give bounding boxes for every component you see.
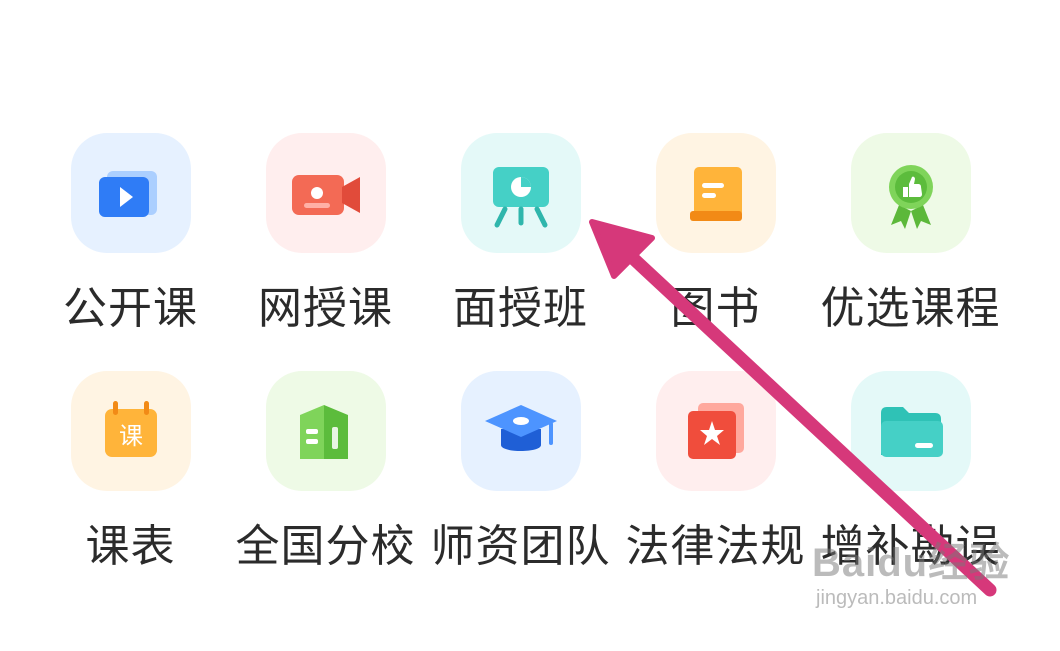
tile-faculty [460,371,581,491]
tile-online-course [265,133,386,253]
menu-item-branches[interactable]: 全国分校 [228,371,423,609]
award-medal-icon [888,165,933,229]
presentation-board-icon [492,167,549,228]
menu-item-timetable[interactable]: 课 课表 [33,371,228,609]
menu-item-label: 优选课程 [820,283,1001,334]
calendar-icon: 课 [104,401,157,457]
star-folder-icon [687,403,744,459]
menu-item-label: 增补勘误 [820,521,1001,572]
tile-timetable: 课 [70,371,191,491]
video-camera-icon [291,175,360,215]
menu-item-books[interactable]: 图书 [618,133,813,371]
play-video-icon [98,171,157,217]
menu-item-faculty[interactable]: 师资团队 [423,371,618,609]
tile-branches [265,371,386,491]
menu-item-label: 网授课 [258,283,393,334]
tile-errata [850,371,971,491]
menu-item-label: 全国分校 [235,521,416,572]
book-icon [689,167,742,221]
tile-open-course [70,133,191,253]
menu-item-selected-courses[interactable]: 优选课程 [813,133,1008,371]
tile-selected-courses [850,133,971,253]
app-menu-screen: 公开课 网授课 面授班 图书 优选课程 课 课表 全国分校 师资团队 法律法规 … [0,0,1060,651]
tile-laws [655,371,776,491]
menu-item-online-course[interactable]: 网授课 [228,133,423,371]
menu-item-errata[interactable]: 增补勘误 [813,371,1008,609]
menu-item-label: 图书 [670,283,761,334]
menu-item-label: 面授班 [453,283,588,334]
menu-item-laws[interactable]: 法律法规 [618,371,813,609]
calendar-glyph: 课 [119,422,143,450]
tile-classroom [460,133,581,253]
menu-item-label: 师资团队 [430,521,611,572]
menu-item-label: 课表 [85,521,176,572]
menu-item-open-course[interactable]: 公开课 [33,133,228,371]
tile-books [655,133,776,253]
map-building-icon [299,405,348,459]
menu-item-label: 公开课 [63,283,198,334]
menu-item-classroom[interactable]: 面授班 [423,133,618,371]
feature-grid: 公开课 网授课 面授班 图书 优选课程 课 课表 全国分校 师资团队 法律法规 … [33,133,1033,609]
menu-item-label: 法律法规 [625,521,806,572]
graduation-cap-icon [484,405,557,451]
folder-icon [880,407,943,457]
